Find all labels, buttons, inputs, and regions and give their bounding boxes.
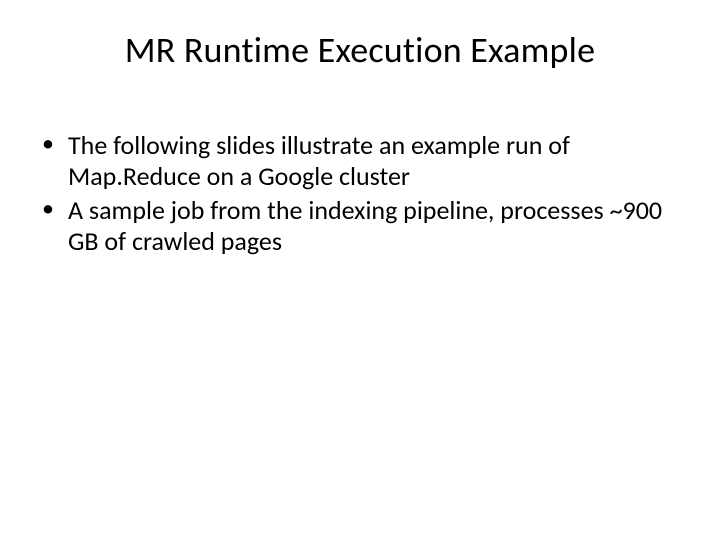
slide-title: MR Runtime Execution Example — [40, 28, 680, 72]
bullet-item: A sample job from the indexing pipeline,… — [40, 195, 680, 256]
bullet-list: The following slides illustrate an examp… — [40, 130, 680, 257]
slide-container: MR Runtime Execution Example The followi… — [0, 0, 720, 540]
bullet-item: The following slides illustrate an examp… — [40, 130, 680, 191]
